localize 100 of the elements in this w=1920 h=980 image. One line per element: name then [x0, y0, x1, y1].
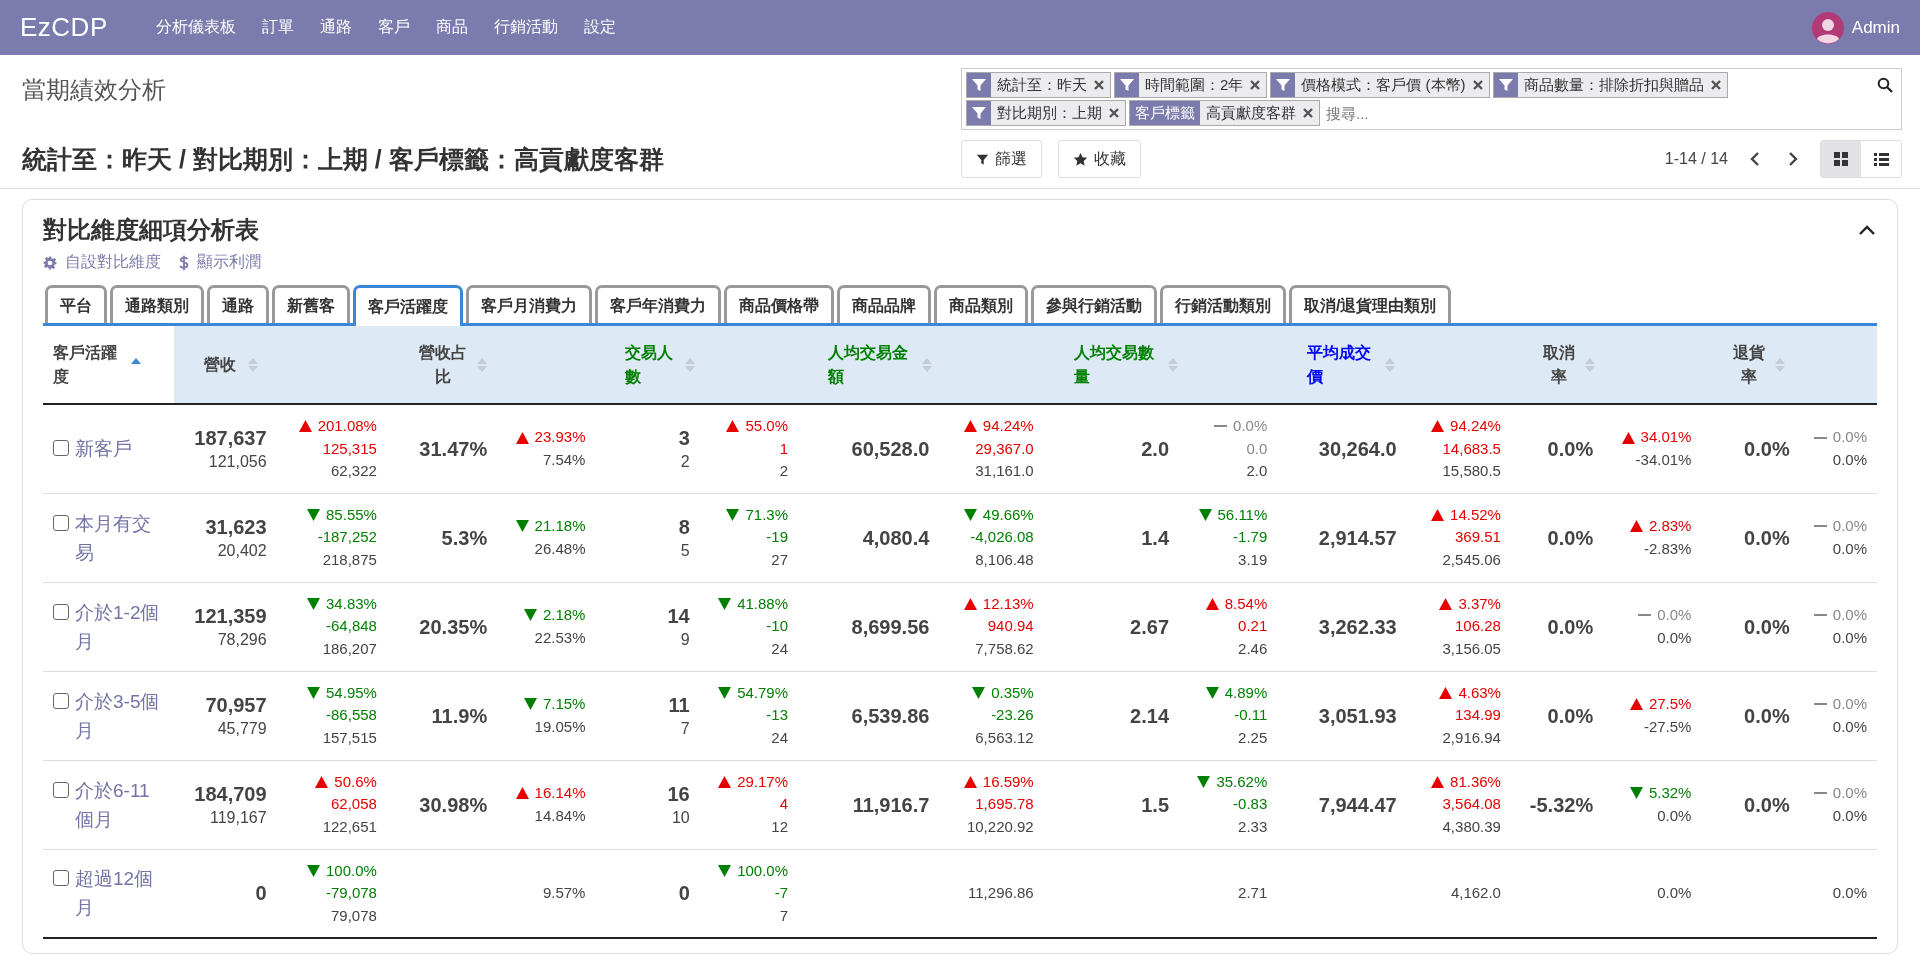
triangle-up-icon	[1621, 431, 1635, 444]
tab[interactable]: 平台	[45, 285, 107, 323]
user-name[interactable]: Admin	[1851, 17, 1900, 38]
favorites-button[interactable]: 收藏	[1058, 140, 1141, 178]
value-text: 2,914.57	[1318, 525, 1397, 551]
compare-value-text: 5	[680, 540, 690, 561]
value-text: 5.3%	[441, 525, 488, 551]
column-header[interactable]: 交易人數	[595, 326, 798, 404]
column-header[interactable]: 人均交易金額	[798, 326, 1044, 404]
column-header[interactable]: 營收占比	[386, 326, 596, 404]
chevron-up-icon[interactable]	[1857, 223, 1877, 237]
row-label[interactable]: 介於3-5個月	[75, 686, 167, 745]
chevron-right-icon[interactable]	[1788, 152, 1798, 166]
row-label[interactable]: 新客戶	[75, 434, 132, 464]
tab[interactable]: 客戶年消費力	[595, 285, 721, 323]
tab[interactable]: 客戶活躍度	[353, 285, 463, 326]
filter-button[interactable]: 篩選	[961, 140, 1042, 178]
change-percent: 5.32%	[1648, 783, 1692, 803]
change-amount: -187,252	[317, 527, 377, 548]
tab[interactable]: 取消/退貨理由類別	[1289, 285, 1452, 323]
tab[interactable]: 商品價格帶	[724, 285, 834, 323]
column-header[interactable]: 人均交易數量	[1043, 326, 1278, 404]
change-amount: -7	[774, 883, 788, 903]
previous-value: 22.53%	[534, 627, 586, 648]
column-header[interactable]: 客戶活躍度	[43, 326, 175, 404]
change-percent: 94.24%	[1450, 416, 1501, 436]
option-link[interactable]: 自設對比維度	[43, 252, 161, 273]
change-percent: 4.63%	[1458, 682, 1501, 703]
previous-value: 7	[779, 905, 788, 926]
row-label[interactable]: 超過12個月	[75, 864, 167, 923]
change-amount: -64,848	[326, 616, 377, 637]
search-input[interactable]: 搜尋...	[1323, 100, 1871, 126]
previous-value: 10,220.92	[966, 816, 1034, 837]
value-text: 4,080.4	[862, 525, 930, 551]
filter-facet[interactable]: 統計至：昨天	[966, 72, 1111, 98]
value-text: 3,051.93	[1318, 703, 1397, 729]
row-checkbox[interactable]	[53, 440, 69, 457]
triangle-down-icon	[307, 687, 321, 699]
menu-item[interactable]: 設定	[583, 17, 616, 38]
previous-value: 7.54%	[542, 449, 586, 470]
row-label[interactable]: 介於6-11個月	[75, 775, 167, 834]
tab[interactable]: 商品品牌	[837, 285, 931, 323]
menu-item[interactable]: 訂單	[261, 17, 294, 38]
row-checkbox[interactable]	[53, 870, 69, 887]
tab[interactable]: 新舊客	[272, 285, 350, 323]
previous-value: 14.84%	[534, 805, 586, 826]
tab[interactable]: 通路類別	[110, 285, 204, 323]
filter-facet[interactable]: 時間範圍：2年	[1114, 72, 1268, 98]
column-header[interactable]: 營收	[174, 326, 387, 404]
filter-facet[interactable]: 對比期別：上期	[966, 100, 1126, 126]
row-checkbox[interactable]	[53, 514, 69, 531]
filter-facet[interactable]: 客戶標籤 高貢獻度客群	[1129, 100, 1320, 126]
row-checkbox[interactable]	[53, 603, 69, 620]
tab[interactable]: 客戶月消費力	[466, 285, 592, 323]
tab[interactable]: 行銷活動類別	[1160, 285, 1286, 323]
column-header[interactable]: 平均成交價	[1277, 326, 1511, 404]
previous-value: 7,758.62	[975, 638, 1034, 659]
view-toggle-button[interactable]	[1821, 141, 1861, 177]
filter-facet[interactable]: 價格模式：客戶價 (本幣)	[1270, 72, 1490, 98]
change-amount: -1.79	[1233, 527, 1268, 548]
menu-item[interactable]: 通路	[319, 17, 352, 38]
compare-value-text: 20,402	[217, 540, 267, 561]
row-label[interactable]: 介於1-2個月	[75, 597, 167, 656]
menu-item[interactable]: 客戶	[377, 17, 410, 38]
previous-value: 19.05%	[534, 716, 586, 737]
search-icon[interactable]	[1877, 77, 1893, 93]
dash-icon	[1813, 792, 1827, 795]
tab[interactable]: 通路	[207, 285, 269, 323]
previous-value: 9.57%	[542, 883, 586, 903]
row-checkbox[interactable]	[53, 692, 69, 709]
value-text: 7,944.47	[1318, 792, 1397, 818]
previous-value: 8,106.48	[975, 549, 1034, 570]
change-percent: 85.55%	[326, 504, 377, 525]
menu-item[interactable]: 行銷活動	[493, 17, 558, 38]
previous-value: 6,563.12	[975, 727, 1034, 748]
menu-item[interactable]: 商品	[435, 17, 468, 38]
column-header[interactable]: 取消率	[1510, 326, 1702, 404]
column-header[interactable]: 退貨率	[1701, 326, 1877, 404]
triangle-down-icon	[718, 864, 732, 877]
compare-value-text: 9	[680, 629, 690, 650]
tab[interactable]: 商品類別	[934, 285, 1028, 323]
value-text: 31.47%	[419, 436, 488, 462]
avatar-icon[interactable]	[1811, 11, 1844, 44]
option-link[interactable]: 顯示利潤	[179, 252, 261, 273]
triangle-down-icon	[1197, 776, 1211, 788]
change-amount: 1	[779, 438, 788, 459]
tab[interactable]: 參與行銷活動	[1031, 285, 1157, 323]
change-percent: 2.83%	[1648, 516, 1692, 536]
chevron-left-icon[interactable]	[1750, 152, 1760, 166]
row-checkbox[interactable]	[53, 781, 69, 798]
triangle-down-icon	[972, 687, 986, 699]
row-label[interactable]: 本月有交易	[75, 508, 167, 567]
filter-facet[interactable]: 商品數量：排除折扣與贈品	[1492, 72, 1728, 98]
value-text: 184,709	[194, 781, 267, 807]
previous-value: 4,380.39	[1442, 816, 1501, 837]
search-field[interactable]: 統計至：昨天 時間範圍：2年 價格模式：客戶價 (本幣) 商品數量：排除折扣與贈品 對比期別：上期 客戶標籤 高貢獻度客群 搜尋...	[961, 68, 1902, 130]
brand-logo[interactable]: EzCDP	[20, 12, 108, 43]
compare-value-text: 7	[680, 718, 690, 739]
menu-item[interactable]: 分析儀表板	[155, 17, 236, 38]
change-amount: 134.99	[1455, 705, 1501, 726]
